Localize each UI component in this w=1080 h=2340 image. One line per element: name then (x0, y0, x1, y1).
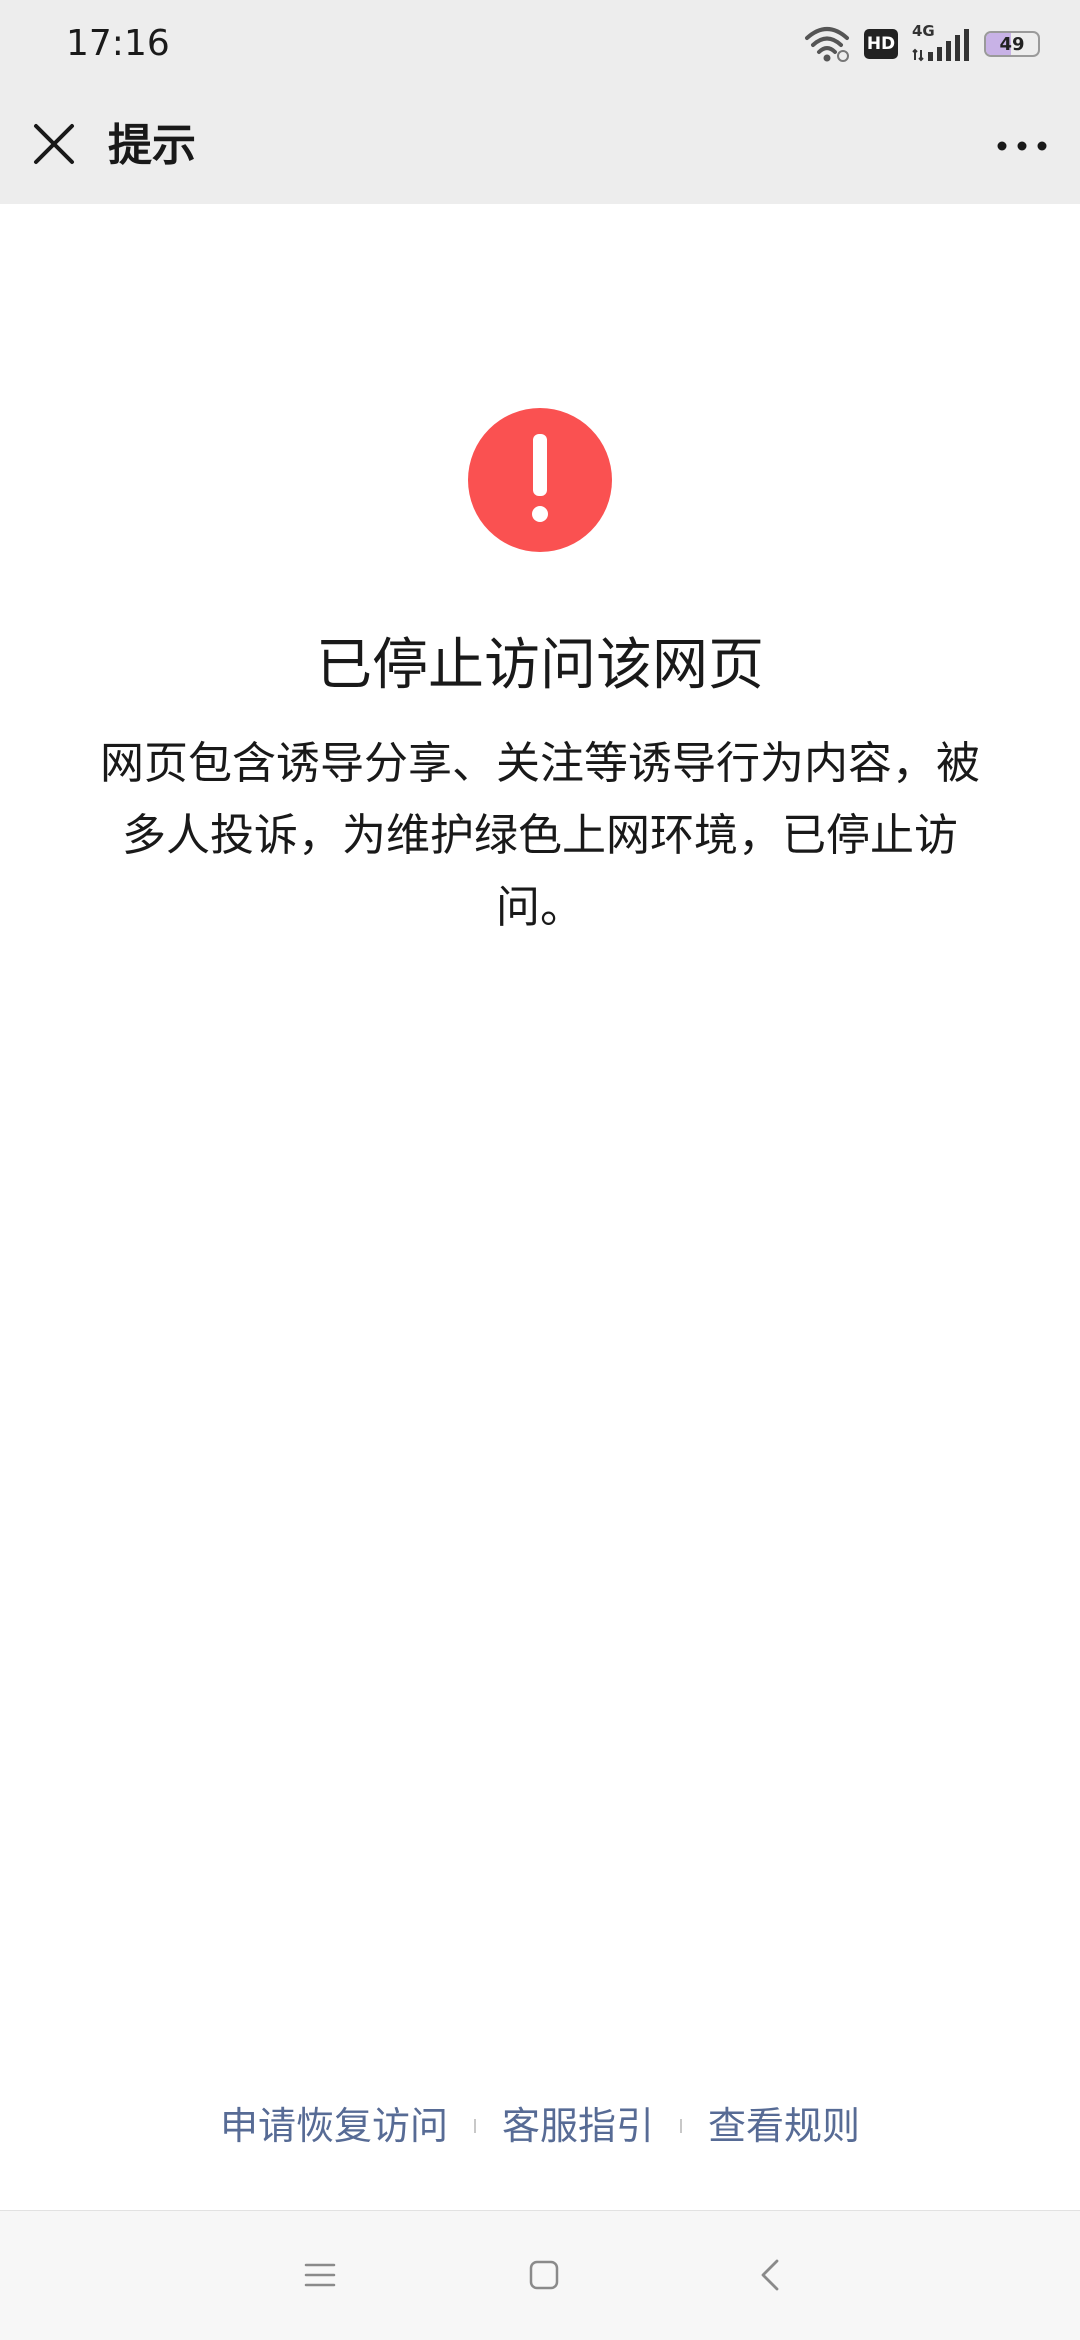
back-button[interactable] (740, 2247, 800, 2307)
close-button[interactable] (22, 114, 86, 178)
exclamation-circle-icon (468, 408, 612, 552)
status-bar: 17:16 HD 4G 49 (0, 0, 1080, 88)
page-title: 提示 (108, 120, 196, 171)
wifi-icon (804, 26, 850, 62)
close-icon (32, 122, 76, 170)
error-description: 网页包含诱导分享、关注等诱导行为内容，被多人投诉，为维护绿色上网环境，已停止访问… (100, 738, 980, 933)
appeal-link[interactable]: 申请恢复访问 (214, 2096, 454, 2156)
hd-badge: HD (864, 29, 898, 59)
menu-icon (304, 2262, 336, 2292)
battery-indicator: 49 (984, 31, 1040, 57)
status-time: 17:16 (66, 23, 170, 64)
home-square-icon (528, 2259, 560, 2295)
link-divider (473, 2119, 476, 2133)
home-button[interactable] (514, 2247, 574, 2307)
more-horizontal-icon (996, 137, 1048, 156)
support-link[interactable]: 客服指引 (496, 2096, 660, 2156)
link-divider (680, 2119, 682, 2133)
battery-level: 49 (999, 33, 1025, 55)
menu-button[interactable] (290, 2247, 350, 2307)
network-type-label: 4G (912, 22, 935, 40)
error-title: 已停止访问该网页 (316, 633, 764, 698)
more-button[interactable] (982, 114, 1062, 178)
battery-icon: 49 (984, 31, 1040, 57)
signal-icon: 4G (912, 22, 970, 62)
rules-link[interactable]: 查看规则 (702, 2096, 866, 2156)
navigation-bar: 提示 (0, 88, 1080, 204)
system-navigation-bar (0, 2210, 1080, 2340)
status-icons: HD 4G 49 (804, 22, 1040, 64)
back-chevron-icon (759, 2258, 781, 2296)
footer-links: 申请恢复访问 客服指引 查看规则 (0, 2096, 1080, 2156)
